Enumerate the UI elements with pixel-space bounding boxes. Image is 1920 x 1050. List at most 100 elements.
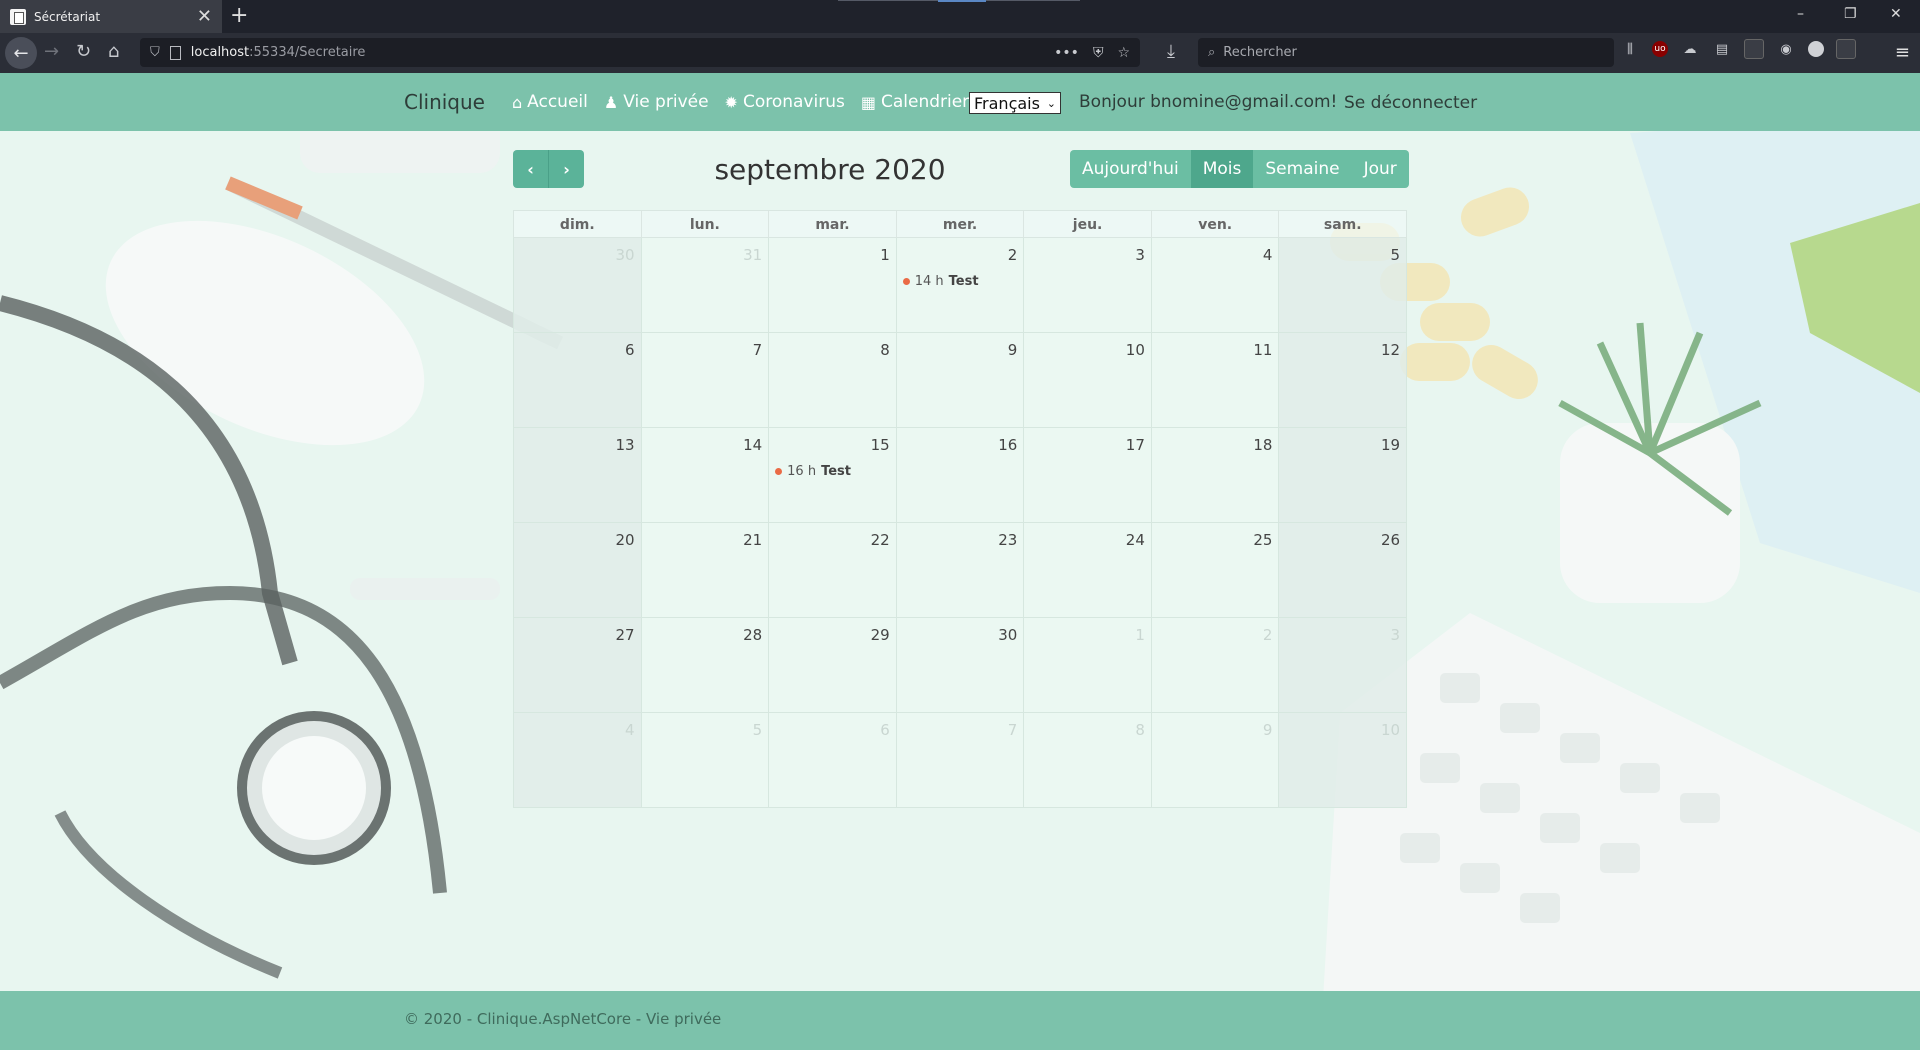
forward-arrow-icon[interactable]: →: [44, 41, 59, 63]
day-number: 20: [615, 531, 635, 549]
day-cell[interactable]: 5: [1279, 238, 1408, 333]
back-arrow-icon[interactable]: ←: [5, 37, 37, 69]
extension-cloud-icon[interactable]: ☁: [1680, 39, 1700, 59]
url-bar[interactable]: ⛉ localhost :55334/Secretaire ••• ⛨ ☆: [140, 38, 1140, 67]
sidebar-icon[interactable]: ▤: [1712, 39, 1732, 59]
day-cell[interactable]: 2 14 h Test: [896, 238, 1025, 333]
download-icon[interactable]: ⤓: [1167, 41, 1175, 63]
language-select[interactable]: Français ⌄: [969, 92, 1061, 114]
day-cell[interactable]: 3: [1024, 238, 1152, 333]
page-info-icon[interactable]: [169, 45, 181, 60]
extension-box-icon[interactable]: [1744, 39, 1764, 59]
day-cell[interactable]: 14: [641, 428, 770, 523]
user-greeting[interactable]: Bonjour bnomine@gmail.com!: [1079, 92, 1337, 112]
day-cell[interactable]: 30: [896, 618, 1025, 713]
calendar-event[interactable]: 16 h Test: [775, 464, 851, 479]
day-cell[interactable]: 7: [641, 333, 770, 428]
day-cell[interactable]: 4: [513, 713, 642, 808]
day-cell[interactable]: 25: [1151, 523, 1280, 618]
new-tab-button[interactable]: +: [230, 3, 248, 28]
extension-circle-icon[interactable]: [1808, 41, 1824, 57]
event-time: 16 h: [787, 464, 817, 479]
week-view-button[interactable]: Semaine: [1253, 150, 1351, 188]
month-view-button[interactable]: Mois: [1190, 150, 1254, 188]
day-cell[interactable]: 6: [513, 333, 642, 428]
day-number: 12: [1380, 341, 1401, 359]
day-cell[interactable]: 5: [641, 713, 770, 808]
extension-dark-icon[interactable]: [1836, 39, 1856, 59]
menu-item-coronavirus[interactable]: ✹ Coronavirus: [725, 92, 845, 112]
menu-item-vie-privee[interactable]: ♟ Vie privée: [604, 92, 709, 112]
day-cell[interactable]: 16: [896, 428, 1025, 523]
day-cell[interactable]: 10: [1024, 333, 1152, 428]
day-cell[interactable]: 28: [641, 618, 770, 713]
day-cell[interactable]: 15 16 h Test: [769, 428, 897, 523]
home-button-icon[interactable]: ⌂: [108, 41, 119, 63]
day-cell[interactable]: 10: [1279, 713, 1408, 808]
restore-button[interactable]: ❐: [1844, 6, 1857, 22]
day-cell[interactable]: 3: [1279, 618, 1408, 713]
day-cell[interactable]: 4: [1151, 238, 1280, 333]
day-cell[interactable]: 22: [769, 523, 897, 618]
day-view-button[interactable]: Jour: [1352, 150, 1409, 188]
day-number: 22: [870, 531, 890, 549]
day-cell[interactable]: 18: [1151, 428, 1280, 523]
day-cell[interactable]: 23: [896, 523, 1025, 618]
day-cell[interactable]: 30: [513, 238, 642, 333]
search-input[interactable]: ⌕ Rechercher: [1198, 38, 1614, 67]
day-number: 2: [1262, 626, 1273, 644]
day-header: sam.: [1323, 217, 1362, 233]
more-actions-icon[interactable]: •••: [1054, 45, 1079, 61]
menu-item-label: Vie privée: [623, 92, 709, 112]
bookmark-star-icon[interactable]: ☆: [1117, 45, 1130, 61]
hamburger-menu-icon[interactable]: ≡: [1895, 42, 1910, 63]
day-cell[interactable]: 20: [513, 523, 642, 618]
day-cell[interactable]: 9: [896, 333, 1025, 428]
day-cell[interactable]: 8: [1024, 713, 1152, 808]
day-cell[interactable]: 24: [1024, 523, 1152, 618]
day-cell[interactable]: 1: [1024, 618, 1152, 713]
next-month-button[interactable]: ›: [549, 150, 584, 188]
url-path: :55334/Secretaire: [249, 45, 366, 60]
minimize-button[interactable]: –: [1797, 6, 1804, 22]
pocket-icon[interactable]: ⛨: [1093, 45, 1104, 61]
day-cell[interactable]: 7: [896, 713, 1025, 808]
menu-item-calendrier[interactable]: ▦ Calendrier: [861, 92, 969, 112]
day-cell[interactable]: 29: [769, 618, 897, 713]
library-icon[interactable]: ⫼: [1620, 39, 1640, 59]
menu-item-accueil[interactable]: ⌂ Accueil: [512, 92, 588, 112]
day-cell[interactable]: 13: [513, 428, 642, 523]
calendar-event[interactable]: 14 h Test: [902, 274, 979, 289]
account-icon[interactable]: ◉: [1776, 39, 1796, 59]
tracking-shield-icon[interactable]: ⛉: [150, 45, 160, 60]
day-header: ven.: [1152, 211, 1280, 237]
day-cell[interactable]: 31: [641, 238, 770, 333]
reload-icon[interactable]: ↻: [76, 41, 91, 63]
day-number: 27: [615, 626, 635, 644]
close-window-button[interactable]: ✕: [1890, 6, 1902, 22]
week-row: 20 21 22 23 24 25 26: [513, 523, 1408, 618]
calendar-icon: ▦: [860, 92, 876, 112]
day-cell[interactable]: 12: [1279, 333, 1408, 428]
day-header: lun.: [642, 211, 770, 237]
day-cell[interactable]: 1: [769, 238, 897, 333]
day-cell[interactable]: 19: [1279, 428, 1408, 523]
day-cell[interactable]: 17: [1024, 428, 1152, 523]
day-cell[interactable]: 8: [769, 333, 897, 428]
day-cell[interactable]: 6: [769, 713, 897, 808]
virus-icon: ✹: [724, 92, 738, 112]
day-cell[interactable]: 9: [1151, 713, 1280, 808]
day-cell[interactable]: 2: [1151, 618, 1280, 713]
site-brand[interactable]: Clinique: [404, 90, 485, 114]
logout-link[interactable]: Se déconnecter: [1344, 93, 1477, 113]
day-cell[interactable]: 21: [641, 523, 770, 618]
day-cell[interactable]: 11: [1151, 333, 1280, 428]
browser-tab[interactable]: Sécrétariat ✕: [0, 0, 222, 33]
today-button[interactable]: Aujourd'hui: [1070, 150, 1191, 188]
prev-month-button[interactable]: ‹: [513, 150, 549, 188]
tab-close-icon[interactable]: ✕: [197, 6, 212, 27]
ublock-icon[interactable]: uo: [1652, 41, 1668, 57]
week-row: 4 5 6 7 8 9 10: [513, 713, 1408, 808]
day-cell[interactable]: 27: [513, 618, 642, 713]
day-cell[interactable]: 26: [1279, 523, 1408, 618]
